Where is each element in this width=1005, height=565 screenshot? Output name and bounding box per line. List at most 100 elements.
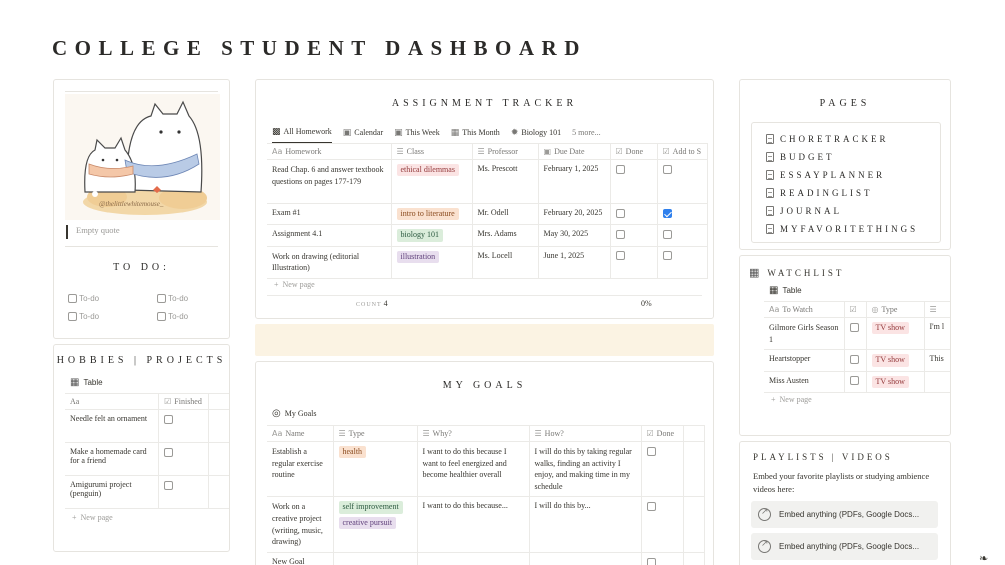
finished-checkbox[interactable] (164, 480, 174, 490)
due-date-cell[interactable]: February 20, 2025 (538, 203, 611, 226)
table-row[interactable]: New Goal (267, 552, 705, 565)
quote-block[interactable]: Empty quote (66, 225, 120, 239)
new-page-button[interactable]: + New page (72, 513, 113, 522)
note-cell[interactable] (924, 371, 950, 393)
done-checkbox[interactable] (646, 446, 656, 456)
help-icon[interactable]: ❧ (979, 552, 988, 565)
done-checkbox[interactable] (646, 502, 656, 512)
type-tag[interactable]: creative pursuit (338, 516, 397, 530)
page-link-readinglist[interactable]: READINGLIST (766, 184, 926, 202)
embed-block[interactable]: Embed anything (PDFs, Google Docs... (751, 501, 938, 528)
due-date-cell[interactable]: June 1, 2025 (538, 246, 611, 279)
new-page-button[interactable]: + New page (274, 280, 315, 289)
type-tag[interactable]: TV show (871, 375, 909, 388)
col-to-watch-header[interactable]: Aa To Watch (764, 301, 845, 318)
col-checkbox-header[interactable]: ☑ (844, 301, 867, 318)
type-tag[interactable]: health (338, 446, 367, 459)
add-checkbox[interactable] (662, 251, 672, 261)
table-row[interactable]: Exam #1 intro to literature Mr. Odell Fe… (267, 203, 708, 226)
watched-checkbox[interactable] (849, 322, 859, 332)
page-link-journal[interactable]: JOURNAL (766, 202, 926, 220)
why-cell[interactable]: I want to do this because... (417, 496, 530, 554)
table-row[interactable]: Work on drawing (editorial Illustration)… (267, 246, 708, 279)
page-link-myfavoritethings[interactable]: MYFAVORITETHINGS (766, 220, 926, 238)
table-row[interactable]: Establish a regular exercise routine hea… (267, 441, 705, 498)
col-done-header[interactable]: ☑ Done (610, 143, 658, 160)
col-how-header[interactable]: ☰ How? (529, 425, 642, 442)
col-add-header[interactable]: ☑ Add to S (657, 143, 708, 160)
col-due-date-header[interactable]: ▣ Due Date (538, 143, 611, 160)
note-cell[interactable]: I'm l (924, 317, 950, 351)
hobby-name[interactable]: Needle felt an ornament (65, 409, 160, 443)
todo-item[interactable]: To-do (157, 294, 188, 304)
tab-this-month[interactable]: ▦ This Month (451, 126, 500, 144)
why-cell[interactable]: I want to do this because I want to feel… (417, 441, 530, 498)
hobby-name[interactable]: Amigurumi project (penguin) (65, 475, 160, 509)
col-professor-header[interactable]: ☰ Professor (472, 143, 539, 160)
count-summary[interactable]: COUNT 4 (356, 299, 388, 308)
todo-checkbox[interactable] (68, 312, 77, 322)
class-tag[interactable]: illustration (396, 250, 440, 264)
class-tag[interactable]: biology 101 (396, 229, 443, 242)
watch-title[interactable]: Miss Austen (764, 371, 845, 393)
todo-item[interactable]: To-do (68, 312, 99, 322)
embed-block[interactable]: Embed anything (PDFs, Google Docs... (751, 533, 938, 560)
goal-name[interactable]: Establish a regular exercise routine (267, 441, 334, 498)
goal-name[interactable]: New Goal (267, 552, 334, 565)
page-link-budget[interactable]: BUDGET (766, 148, 926, 166)
done-checkbox[interactable] (615, 164, 625, 174)
due-date-cell[interactable]: May 30, 2025 (538, 224, 611, 247)
view-tab-table[interactable]: ▦ Table (70, 377, 103, 388)
todo-checkbox[interactable] (68, 294, 77, 304)
professor-cell[interactable]: Ms. Locell (472, 246, 539, 279)
col-done-header[interactable]: ☑ Done (641, 425, 684, 442)
table-row[interactable]: Make a homemade card for a friend (65, 442, 229, 476)
view-tab-my-goals[interactable]: ◎ My Goals (272, 408, 317, 419)
todo-item[interactable]: To-do (68, 294, 99, 304)
col-class-header[interactable]: ☰ Class (391, 143, 473, 160)
class-tag[interactable]: intro to literature (396, 208, 459, 221)
todo-checkbox[interactable] (157, 294, 166, 304)
watch-title[interactable]: Gilmore Girls Season 1 (764, 317, 845, 351)
add-checkbox[interactable] (662, 208, 672, 218)
add-checkbox[interactable] (662, 164, 672, 174)
view-tab-table[interactable]: ▦ Table (769, 285, 802, 296)
table-row[interactable]: Work on a creative project (writing, mus… (267, 496, 705, 554)
col-name-header[interactable]: Aa (65, 393, 160, 410)
homework-cell[interactable]: Read Chap. 6 and answer textbook questio… (267, 159, 392, 204)
page-link-choretracker[interactable]: CHORETRACKER (766, 130, 926, 148)
table-row[interactable]: Miss Austen TV show (764, 371, 950, 393)
todo-item[interactable]: To-do (157, 312, 188, 322)
finished-checkbox[interactable] (164, 414, 174, 424)
done-checkbox[interactable] (646, 558, 656, 565)
hobby-name[interactable]: Make a homemade card for a friend (65, 442, 160, 476)
how-cell[interactable]: I will do this by... (529, 496, 642, 554)
how-cell[interactable]: I will do this by taking regular walks, … (529, 441, 642, 498)
type-tag[interactable]: self improvement (338, 501, 403, 514)
col-why-header[interactable]: ☰ Why? (417, 425, 530, 442)
type-tag[interactable]: TV show (871, 354, 909, 367)
table-row[interactable]: Amigurumi project (penguin) (65, 475, 229, 509)
professor-cell[interactable]: Mrs. Adams (472, 224, 539, 247)
done-checkbox[interactable] (615, 208, 625, 218)
page-link-essayplanner[interactable]: ESSAYPLANNER (766, 166, 926, 184)
table-row[interactable]: Needle felt an ornament (65, 409, 229, 443)
why-cell[interactable] (417, 552, 530, 565)
col-type-header[interactable]: ◎ Type (866, 301, 925, 318)
table-row[interactable]: Gilmore Girls Season 1 TV show I'm l (764, 317, 950, 351)
table-row[interactable]: Assignment 4.1 biology 101 Mrs. Adams Ma… (267, 224, 708, 247)
col-name-header[interactable]: Aa Name (267, 425, 334, 442)
tab-all-homework[interactable]: ▩ All Homework (272, 126, 332, 144)
watch-title[interactable]: Heartstopper (764, 349, 845, 372)
tab-this-week[interactable]: ▣ This Week (394, 126, 440, 144)
add-checkbox[interactable] (662, 230, 672, 240)
tab-calendar[interactable]: ▣ Calendar (343, 126, 383, 144)
finished-checkbox[interactable] (164, 447, 174, 457)
col-type-header[interactable]: ☰ Type (333, 425, 418, 442)
done-checkbox[interactable] (615, 251, 625, 261)
watched-checkbox[interactable] (849, 354, 859, 364)
note-cell[interactable]: This (924, 349, 950, 372)
due-date-cell[interactable]: February 1, 2025 (538, 159, 611, 204)
goal-name[interactable]: Work on a creative project (writing, mus… (267, 496, 334, 554)
homework-cell[interactable]: Work on drawing (editorial Illustration) (267, 246, 392, 279)
